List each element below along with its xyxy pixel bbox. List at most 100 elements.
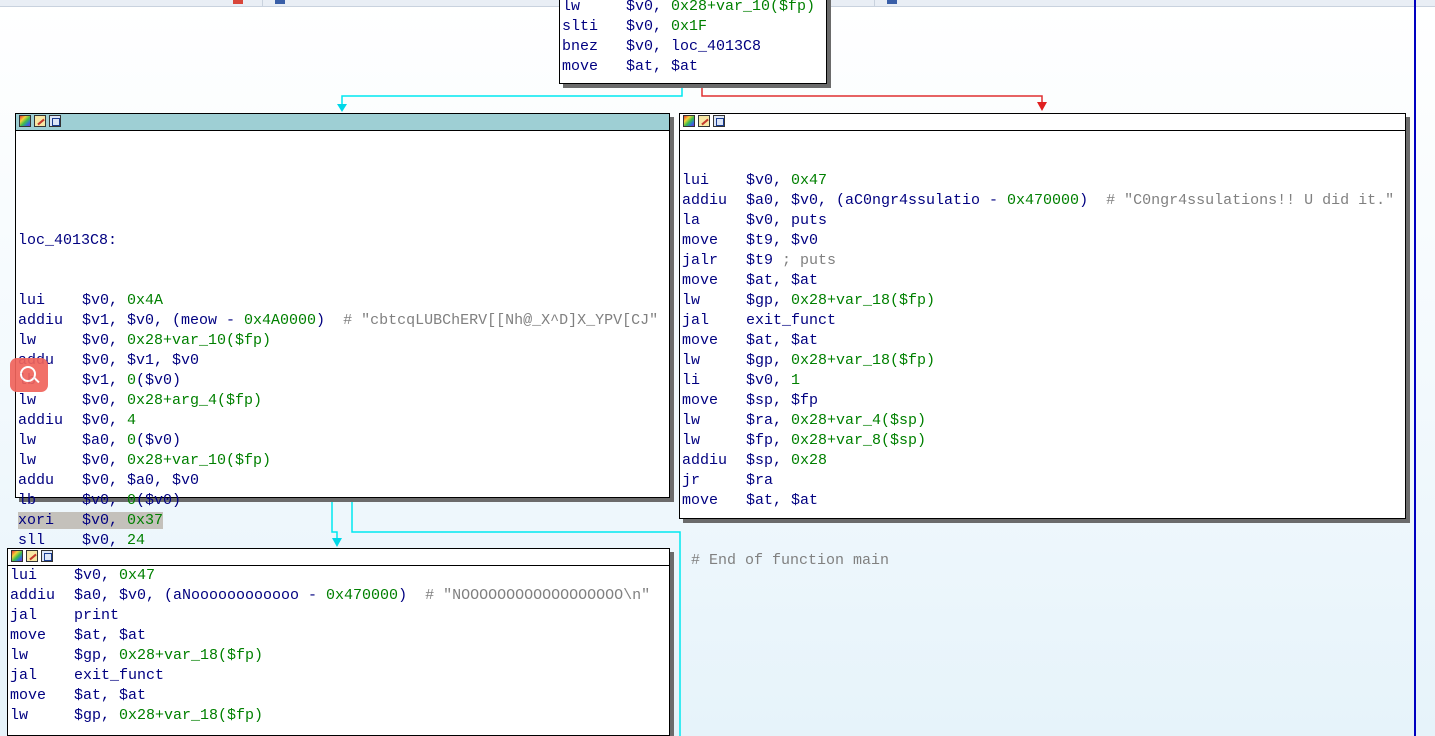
mnemonic: addiu <box>18 412 64 429</box>
operand: 0x37 <box>127 512 164 529</box>
asm-line[interactable]: bnez $v0, loc_4013C8 <box>562 37 826 57</box>
mnemonic: move <box>10 687 47 704</box>
asm-line[interactable]: move $at, $at <box>682 491 1405 511</box>
asm-line[interactable]: lb$v1, 0($v0) <box>18 371 669 391</box>
operand: exit_funct <box>746 312 837 329</box>
asm-line[interactable]: slti $v0, 0x1F <box>562 17 826 37</box>
mnemonic: lw <box>682 432 701 449</box>
asm-line[interactable]: lui $v0, 0x47 <box>682 171 1405 191</box>
operand: $v0, <box>626 0 672 15</box>
operand: ($v0) <box>136 432 182 449</box>
mnemonic: lw <box>18 432 37 449</box>
asm-line[interactable]: lb $v0, 0($v0) <box>18 491 669 511</box>
mnemonic: lw <box>10 647 29 664</box>
false-branch-edge <box>701 84 1043 104</box>
asm-line[interactable]: jal exit_funct <box>682 311 1405 331</box>
block-loc-4013c8[interactable]: loc_4013C8: lui $v0, 0x4A addiu $v1, $v0, (… <box>15 113 670 609</box>
operand: 0x28 <box>791 412 828 429</box>
asm-line[interactable]: addiu $sp, 0x28 <box>682 451 1405 471</box>
operand: $ra <box>746 472 774 489</box>
asm-line[interactable]: lw $gp, 0x28+var_18($fp) <box>682 291 1405 311</box>
asm-line[interactable]: move $at, $at <box>682 271 1405 291</box>
operand: $sp, <box>746 452 792 469</box>
asm-line[interactable]: move $at, $at <box>682 331 1405 351</box>
operand: 0x28 <box>791 452 828 469</box>
node-graph-icon[interactable] <box>41 550 53 562</box>
asm-line[interactable]: lw $fp, 0x28+var_8($sp) <box>682 431 1405 451</box>
asm-line[interactable]: xori $v0, 0x37 <box>18 511 669 531</box>
asm-line[interactable]: move $at, $at <box>562 57 826 77</box>
operand: $a0, $v0, (aC0ngr4ssulatio - <box>746 192 1008 209</box>
asm-line[interactable]: lui $v0, 0x4A <box>18 291 669 311</box>
mnemonic: move <box>682 492 719 509</box>
asm-line[interactable]: move $at, $at <box>10 686 669 706</box>
operand: 24 <box>127 532 146 549</box>
node-graph-icon[interactable] <box>713 115 725 127</box>
search-icon <box>20 366 36 382</box>
edit-node-icon[interactable] <box>34 115 46 127</box>
asm-line[interactable]: lw $v0, 0x28+var_10($fp) <box>18 331 669 351</box>
operand: 0x47 <box>119 567 156 584</box>
search-button[interactable] <box>10 358 48 392</box>
asm-line[interactable]: addu$v0, $v1, $v0 <box>18 351 669 371</box>
asm-line[interactable]: addiu $v0, 4 <box>18 411 669 431</box>
block-success[interactable]: lui $v0, 0x47 addiu $a0, $v0, (aC0ngr4ssula… <box>679 113 1406 569</box>
asm-line[interactable]: jalr $t9 ; puts <box>682 251 1405 271</box>
asm-line[interactable]: lw $v0, 0x28+arg_4($fp) <box>18 391 669 411</box>
node-graph-icon[interactable] <box>49 115 61 127</box>
asm-line[interactable]: lw $v0, 0x28+var_10($fp) <box>562 0 826 17</box>
edit-node-icon[interactable] <box>26 550 38 562</box>
asm-line[interactable]: addiu $a0, $v0, (aNoooooooooooo - 0x47000… <box>10 586 669 606</box>
operand: ($v0) <box>136 492 182 509</box>
operand: 0x4A <box>127 292 164 309</box>
asm-line[interactable]: addiu $v1, $v0, (meow - 0x4A0000) # "cbtc… <box>18 311 669 331</box>
asm-line[interactable]: lw $a0, 0($v0) <box>18 431 669 451</box>
asm-line[interactable]: move $sp, $fp <box>682 391 1405 411</box>
asm-line[interactable]: lw $ra, 0x28+var_4($sp) <box>682 411 1405 431</box>
asm-line[interactable]: lw $v0, 0x28+var_10($fp) <box>18 451 669 471</box>
asm-line[interactable]: lw $gp, 0x28+var_18($fp) <box>682 351 1405 371</box>
operand: $v0, <box>82 492 128 509</box>
mnemonic: lb <box>18 492 37 509</box>
operand: +var_8($sp) <box>827 432 927 449</box>
operand: $v0, <box>82 292 128 309</box>
operand: $t9, $v0 <box>746 232 819 249</box>
operand: $v0, $v1, $v0 <box>82 352 200 369</box>
asm-line[interactable]: move $t9, $v0 <box>682 231 1405 251</box>
mnemonic: jal <box>10 607 38 624</box>
block-fail[interactable]: lui $v0, 0x47 addiu $a0, $v0, (aNoooooooooo… <box>7 548 670 736</box>
operand: +var_18($fp) <box>155 647 264 664</box>
asm-line[interactable]: li $v0, 1 <box>682 371 1405 391</box>
block-label[interactable]: loc_4013C8: <box>18 231 669 251</box>
mnemonic: move <box>10 627 47 644</box>
asm-line[interactable]: lui $v0, 0x47 <box>10 566 669 586</box>
graph-color-icon[interactable] <box>683 115 695 127</box>
asm-line[interactable]: addiu $a0, $v0, (aC0ngr4ssulatio - 0x4700… <box>682 191 1405 211</box>
mnemonic: move <box>562 58 599 75</box>
operand: +var_18($fp) <box>155 707 264 724</box>
operand: +arg_4($fp) <box>163 392 263 409</box>
edit-node-icon[interactable] <box>698 115 710 127</box>
asm-line[interactable]: move $at, $at <box>10 626 669 646</box>
true-branch-arrow <box>337 104 347 112</box>
operand: +var_18($fp) <box>827 352 936 369</box>
asm-line[interactable]: lw $gp, 0x28+var_18($fp) <box>10 646 669 666</box>
asm-line[interactable]: jal exit_funct <box>10 666 669 686</box>
asm-line[interactable]: addu $v0, $a0, $v0 <box>18 471 669 491</box>
comment: ; puts <box>782 252 837 269</box>
mnemonic: jal <box>682 312 710 329</box>
asm-line[interactable]: la $v0, puts <box>682 211 1405 231</box>
block-header[interactable] <box>16 114 669 131</box>
graph-color-icon[interactable] <box>19 115 31 127</box>
block-header[interactable] <box>680 114 1405 131</box>
block-header[interactable] <box>8 549 669 566</box>
asm-line[interactable]: lw $gp, 0x28+var_18($fp) <box>10 706 669 726</box>
block-top[interactable]: lw $v0, 0x28+var_10($fp) slti $v0, 0x1F bnez… <box>559 0 827 84</box>
operand: $fp, <box>746 432 792 449</box>
mnemonic: lw <box>562 0 581 15</box>
asm-line[interactable]: jal print <box>10 606 669 626</box>
asm-line[interactable]: jr $ra <box>682 471 1405 491</box>
mnemonic: jr <box>682 472 701 489</box>
graph-color-icon[interactable] <box>11 550 23 562</box>
operand: $v0, <box>82 452 128 469</box>
